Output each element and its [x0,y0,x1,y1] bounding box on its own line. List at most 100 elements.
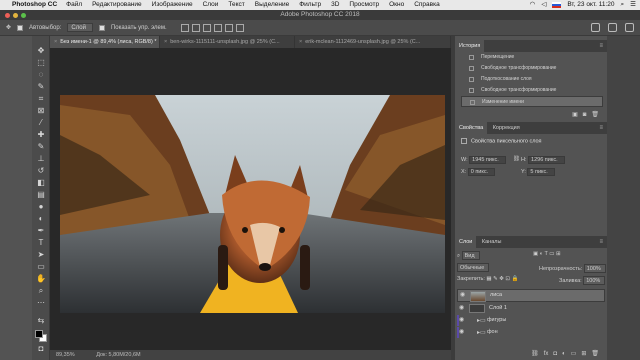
align-right-icon[interactable] [202,23,211,32]
y-field[interactable]: Y: 5 пикс. [521,168,555,176]
menu-file[interactable]: Файл [66,0,82,10]
language-flag-icon[interactable] [552,2,562,8]
menu-edit[interactable]: Редактирование [92,0,142,10]
dodge-icon[interactable]: ◐ [36,214,46,224]
quick-mask-icon[interactable]: ◘ [36,344,46,354]
visibility-eye-icon[interactable]: ◉ [459,315,464,326]
tab-layers[interactable]: Слои [455,236,477,248]
blur-icon[interactable]: ● [36,202,46,212]
history-item-selected[interactable]: Изменение имени [461,96,603,107]
app-menu[interactable]: Photoshop CC [12,0,57,10]
frame-icon[interactable]: ⊠ [36,106,46,116]
shape-icon[interactable]: ▭ [36,262,46,272]
zoom-icon[interactable] [21,12,26,18]
gradient-icon[interactable]: ▤ [36,190,46,200]
close-tab-icon[interactable]: × [54,39,57,45]
autoselect-checkbox[interactable] [17,24,24,31]
history-item[interactable]: Подоткосование слоя [461,74,603,85]
history-item[interactable]: Свободное трансформирование [461,85,603,96]
close-icon[interactable] [5,12,10,18]
type-icon[interactable]: T [36,238,46,248]
menu-view[interactable]: Просмотр [349,0,379,10]
minimize-icon[interactable] [13,12,18,18]
volume-icon[interactable]: ◁ [541,0,546,10]
hand-icon[interactable]: ✋ [36,274,46,284]
layer-row[interactable]: ◉ Слой 1 [457,303,605,314]
y-value[interactable]: 5 пикс. [527,168,555,176]
lock-pixels-icon[interactable]: ▦ [486,276,491,282]
tab-document-3[interactable]: × erik-mclean-1112469-unsplash.jpg @ 25% … [295,36,451,48]
search-icon[interactable]: ⌕ [621,0,625,10]
link-layers-icon[interactable]: ⛓ [531,349,539,359]
delete-layer-icon[interactable]: 🗑 [591,349,599,359]
control-center-icon[interactable]: ☰ [630,0,636,10]
menu-help[interactable]: Справка [414,0,440,10]
align-bottom-icon[interactable] [235,23,244,32]
clone-stamp-icon[interactable]: ⊥ [36,154,46,164]
swap-colors-icon[interactable]: ⇆ [36,316,46,326]
align-center-icon[interactable] [191,23,200,32]
new-document-from-state-icon[interactable]: ▣ [572,110,578,120]
layer-group-row[interactable]: ◉ ▸▭ фон [457,327,605,338]
layer-name[interactable]: лиса [490,290,502,301]
blend-mode[interactable]: Обычные [457,263,490,272]
quick-select-icon[interactable]: ✎ [36,82,46,92]
filter-type-icon[interactable]: T [545,251,548,257]
crop-icon[interactable]: ⌗ [36,94,46,104]
path-select-icon[interactable]: ➤ [36,250,46,260]
history-item[interactable]: Перемещение [461,52,603,63]
x-field[interactable]: X: 0 пикс. [461,168,496,176]
width-field[interactable]: W: 1945 пикс. [461,156,506,164]
new-group-icon[interactable]: ▭ [571,349,577,359]
visibility-eye-icon[interactable]: ◉ [459,327,464,338]
menu-3d[interactable]: 3D [331,0,339,10]
show-controls-checkbox[interactable] [98,24,105,31]
workspace-switcher-icon[interactable] [608,23,617,32]
eyedropper-icon[interactable]: ⁄ [36,118,46,128]
layer-name[interactable]: Слой 1 [489,303,507,314]
layer-row-selected[interactable]: ◉ лиса [457,289,605,302]
layer-name[interactable]: фон [487,327,498,338]
fill-control[interactable]: Заливка: 100% [559,276,606,285]
more-tools-icon[interactable]: ⋯ [36,298,46,308]
pen-icon[interactable]: ✒ [36,226,46,236]
zoom-tool-icon[interactable]: ⌕ [36,286,46,296]
blend-mode-select[interactable]: Обычные [457,263,490,272]
filter-smart-icon[interactable]: ⊞ [556,251,561,257]
folder-icon[interactable]: ▸▭ [477,328,486,339]
move-tool-icon[interactable]: ✥ [6,24,11,31]
x-value[interactable]: 0 пикс. [467,168,496,176]
opacity-value[interactable]: 100% [583,264,606,273]
lock-all-icon[interactable]: 🔒 [512,276,519,282]
zoom-level[interactable]: 89,35% [56,352,75,358]
autoselect-select[interactable]: Слой [67,23,93,32]
layer-style-icon[interactable]: fx [544,349,549,359]
lock-brush-icon[interactable]: ✎ [493,276,498,282]
folder-icon[interactable]: ▸▭ [477,316,486,327]
history-item[interactable]: Свободное трансформирование [461,63,603,74]
tab-document-2[interactable]: × ben-wirks-1115111-unsplash.jpg @ 25% (С… [160,36,295,48]
menu-image[interactable]: Изображение [152,0,193,10]
tab-properties[interactable]: Свойства [455,122,488,134]
add-mask-icon[interactable]: ◘ [553,349,557,359]
width-value[interactable]: 1945 пикс. [469,156,506,164]
workspace-search-icon[interactable] [591,23,600,32]
panel-menu-icon[interactable]: ≡ [599,236,603,248]
move-icon[interactable]: ✥ [36,46,46,56]
eraser-icon[interactable]: ◧ [36,178,46,188]
tab-adjustments[interactable]: Коррекция [489,122,524,134]
link-icon[interactable]: ⛓ [513,156,520,162]
fox-photo-canvas[interactable] [60,95,445,313]
brush-icon[interactable]: ✎ [36,142,46,152]
trash-icon[interactable]: 🗑 [591,110,599,120]
healing-brush-icon[interactable]: ✚ [36,130,46,140]
height-field[interactable]: H: 1296 пикс. [521,156,565,164]
menu-layers[interactable]: Слои [203,0,219,10]
tab-channels[interactable]: Каналы [478,236,506,248]
filter-pixel-icon[interactable]: ▣ [533,251,538,257]
marquee-icon[interactable]: ⬚ [36,58,46,68]
share-icon[interactable] [625,23,634,32]
layer-group-row[interactable]: ◉ ▸▭ фигуры [457,315,605,326]
menu-filter[interactable]: Фильтр [299,0,321,10]
layer-filter[interactable]: ⌕ Вид [457,251,480,260]
